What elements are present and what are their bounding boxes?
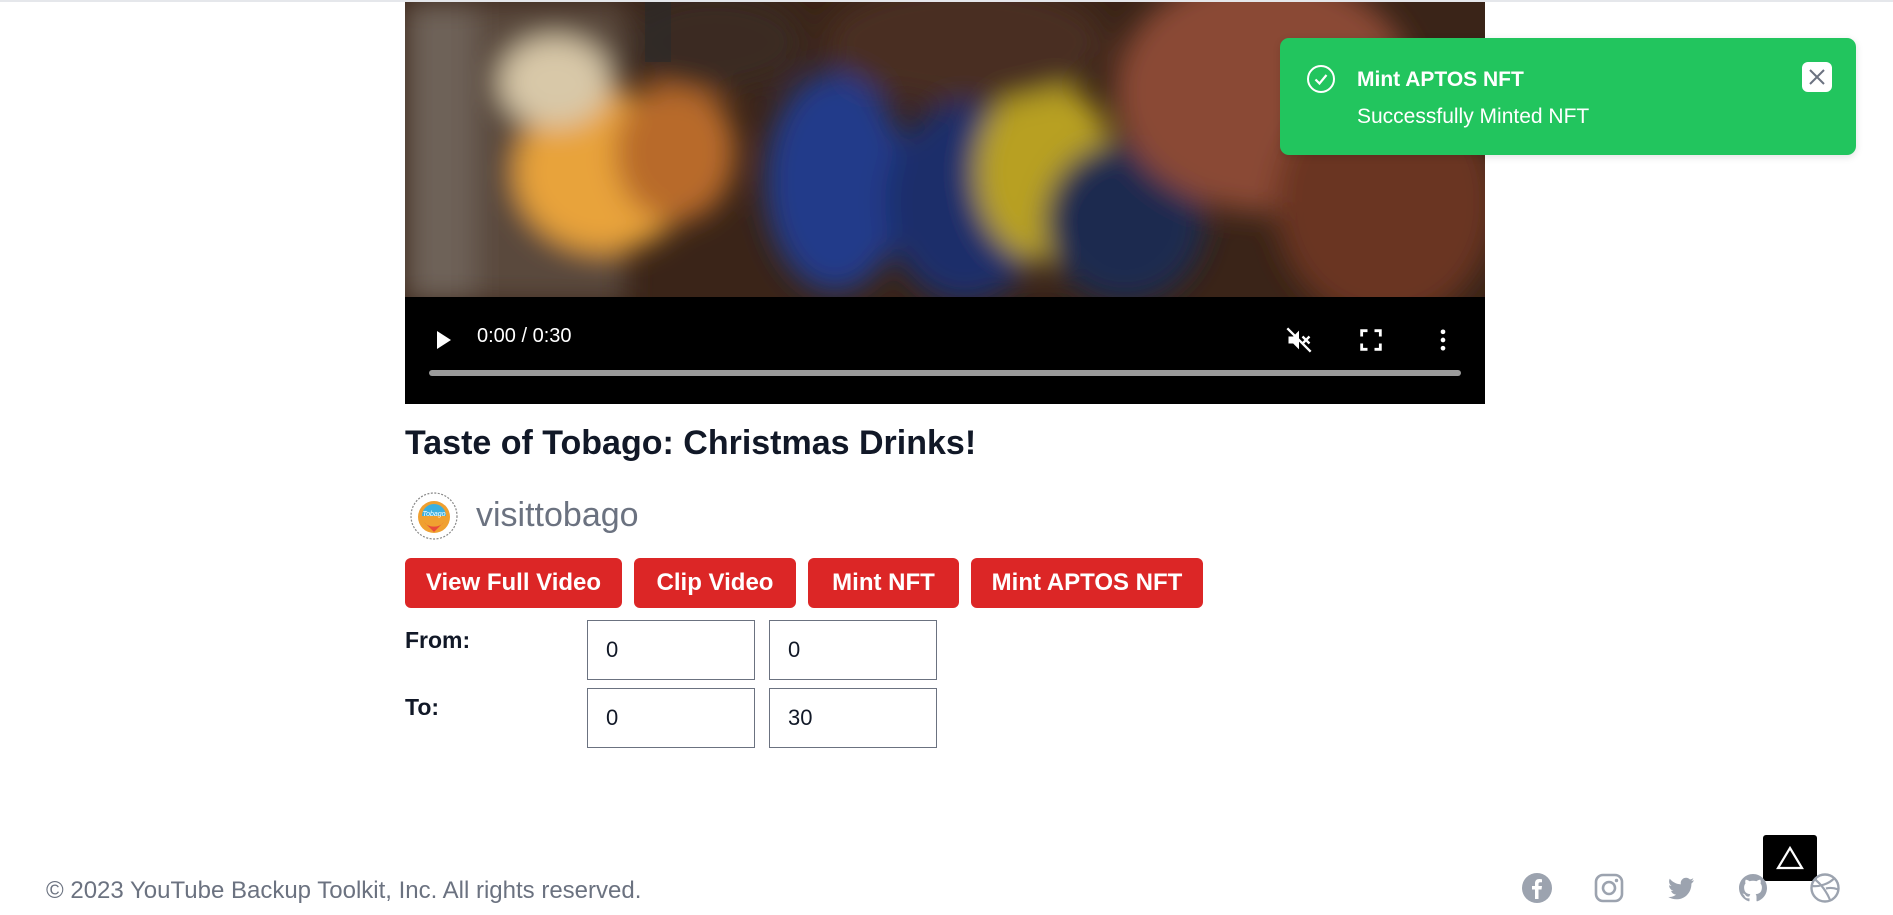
play-icon[interactable] <box>431 328 455 352</box>
more-vertical-icon[interactable] <box>1429 326 1457 354</box>
check-circle-icon <box>1307 65 1335 93</box>
video-progress-bar[interactable] <box>429 370 1461 376</box>
to-minutes-input[interactable] <box>587 688 755 748</box>
dribbble-icon[interactable] <box>1809 872 1841 904</box>
github-icon[interactable] <box>1737 872 1769 904</box>
video-time: 0:00 / 0:30 <box>477 325 572 347</box>
channel-name[interactable]: visittobago <box>476 496 639 535</box>
facebook-icon[interactable] <box>1521 872 1553 904</box>
from-minutes-input[interactable] <box>587 620 755 680</box>
video-title: Taste of Tobago: Christmas Drinks! <box>405 424 977 462</box>
toast-close-button[interactable] <box>1802 62 1832 92</box>
mint-aptos-nft-button[interactable]: Mint APTOS NFT <box>971 558 1203 608</box>
close-icon <box>1809 69 1825 85</box>
toast-message: Successfully Minted NFT <box>1357 105 1590 128</box>
from-label: From: <box>405 627 471 653</box>
toast-title: Mint APTOS NFT <box>1357 68 1524 91</box>
channel-avatar: Tobago <box>410 492 458 540</box>
footer-copyright: © 2023 YouTube Backup Toolkit, Inc. All … <box>46 877 642 904</box>
from-seconds-input[interactable] <box>769 620 937 680</box>
avatar-logo-text: Tobago <box>422 511 445 518</box>
to-label: To: <box>405 694 440 720</box>
success-toast: Mint APTOS NFT Successfully Minted NFT <box>1280 38 1856 155</box>
video-controls: 0:00 / 0:30 <box>405 297 1485 404</box>
volume-muted-icon[interactable] <box>1285 326 1313 354</box>
mint-nft-button[interactable]: Mint NFT <box>808 558 959 608</box>
view-full-video-button[interactable]: View Full Video <box>405 558 622 608</box>
clip-video-button[interactable]: Clip Video <box>634 558 796 608</box>
instagram-icon[interactable] <box>1593 872 1625 904</box>
to-seconds-input[interactable] <box>769 688 937 748</box>
twitter-icon[interactable] <box>1665 872 1697 904</box>
fullscreen-icon[interactable] <box>1357 326 1385 354</box>
